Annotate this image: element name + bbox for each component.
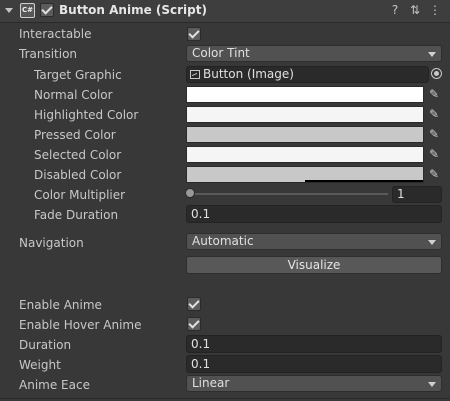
selected-color-label: Selected Color: [34, 148, 122, 162]
color-multiplier-slider-thumb[interactable]: [185, 188, 195, 198]
duration-label: Duration: [19, 338, 72, 352]
anime-eace-value: Linear: [192, 376, 230, 390]
presets-icon[interactable]: ⇅: [408, 3, 422, 17]
color-multiplier-field[interactable]: 1: [392, 186, 442, 203]
fade-duration-field[interactable]: 0.1: [186, 205, 442, 223]
normal-color-swatch[interactable]: [186, 86, 424, 103]
disabled-color-label: Disabled Color: [34, 168, 122, 182]
color-multiplier-label: Color Multiplier: [34, 188, 126, 202]
color-multiplier-slider-track[interactable]: [188, 193, 388, 195]
duration-value: 0.1: [191, 337, 211, 351]
disabled-color-swatch[interactable]: [186, 166, 424, 183]
object-picker-icon[interactable]: [431, 68, 442, 79]
weight-value: 0.1: [191, 357, 211, 371]
navigation-label: Navigation: [19, 236, 84, 250]
navigation-dropdown[interactable]: Automatic: [186, 233, 442, 250]
target-graphic-label: Target Graphic: [34, 68, 122, 82]
eyedropper-icon[interactable]: ✎: [427, 126, 441, 142]
component-enabled-checkbox[interactable]: [40, 3, 54, 17]
weight-label: Weight: [19, 358, 61, 372]
transition-dropdown[interactable]: Color Tint: [186, 45, 442, 62]
chevron-down-icon: [428, 240, 436, 245]
enable-hover-anime-label: Enable Hover Anime: [19, 318, 142, 332]
target-graphic-value: Button (Image): [203, 67, 294, 81]
eyedropper-icon[interactable]: ✎: [427, 86, 441, 102]
enable-hover-anime-checkbox[interactable]: [187, 317, 201, 331]
navigation-value: Automatic: [192, 234, 254, 248]
highlighted-color-label: Highlighted Color: [34, 108, 139, 122]
target-graphic-field[interactable]: Button (Image): [186, 66, 429, 83]
normal-color-label: Normal Color: [34, 88, 113, 102]
pressed-color-label: Pressed Color: [34, 128, 116, 142]
fade-duration-label: Fade Duration: [34, 208, 119, 222]
enable-anime-checkbox[interactable]: [187, 297, 201, 311]
image-icon: [190, 70, 200, 79]
anime-eace-label: Anime Eace: [19, 378, 90, 392]
eyedropper-icon[interactable]: ✎: [427, 146, 441, 162]
pressed-color-swatch[interactable]: [186, 126, 424, 143]
context-menu-icon[interactable]: ⋮: [428, 3, 442, 17]
divider: [0, 398, 450, 399]
script-icon: C#: [20, 3, 35, 18]
fade-duration-value: 0.1: [191, 207, 211, 221]
alpha-bar: [305, 180, 423, 182]
highlighted-color-swatch[interactable]: [186, 106, 424, 123]
component-title: Button Anime (Script): [59, 3, 207, 17]
interactable-checkbox[interactable]: [187, 27, 201, 41]
color-multiplier-value: 1: [397, 187, 405, 201]
anime-eace-dropdown[interactable]: Linear: [186, 375, 442, 392]
interactable-label: Interactable: [19, 27, 92, 41]
transition-value: Color Tint: [192, 46, 250, 60]
eyedropper-icon[interactable]: ✎: [427, 166, 441, 182]
foldout-arrow-icon[interactable]: [5, 8, 13, 13]
visualize-button[interactable]: Visualize: [186, 256, 442, 274]
selected-color-swatch[interactable]: [186, 146, 424, 163]
help-icon[interactable]: ?: [388, 3, 402, 17]
chevron-down-icon: [428, 382, 436, 387]
enable-anime-label: Enable Anime: [19, 298, 102, 312]
duration-field[interactable]: 0.1: [186, 335, 442, 353]
weight-field[interactable]: 0.1: [186, 355, 442, 373]
chevron-down-icon: [428, 52, 436, 57]
transition-label: Transition: [19, 47, 78, 61]
eyedropper-icon[interactable]: ✎: [427, 106, 441, 122]
